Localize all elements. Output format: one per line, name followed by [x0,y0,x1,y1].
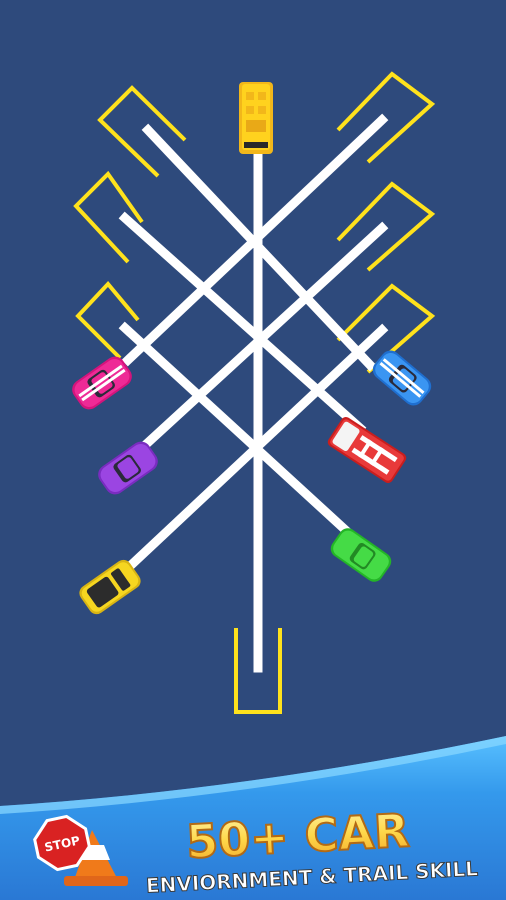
parking-board [0,0,506,900]
game-screen: STOP 50+ CAR ENVIORNMENT & TRAIL SKILL [0,0,506,900]
bus[interactable] [239,82,273,154]
